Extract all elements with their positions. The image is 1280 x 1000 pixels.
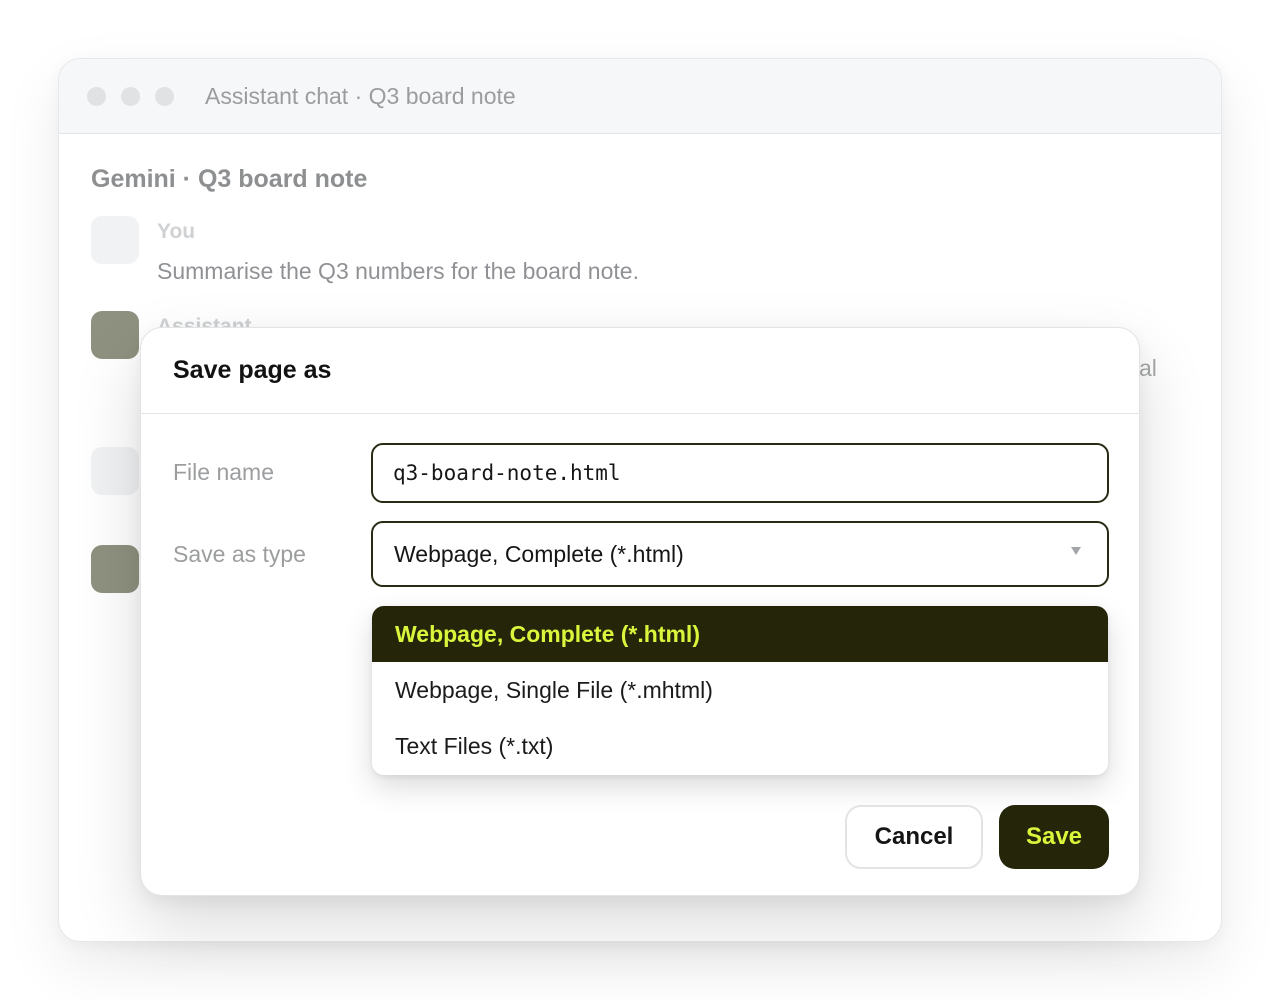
window-title: Assistant chat · Q3 board note bbox=[205, 82, 516, 109]
user-avatar bbox=[91, 216, 139, 264]
type-option-text-files[interactable]: Text Files (*.txt) bbox=[372, 718, 1108, 774]
window-minimize-control[interactable] bbox=[121, 86, 140, 106]
type-option-webpage-single-file[interactable]: Webpage, Single File (*.mhtml) bbox=[372, 662, 1108, 718]
type-option-webpage-complete[interactable]: Webpage, Complete (*.html) bbox=[372, 606, 1108, 662]
dialog-title: Save page as bbox=[173, 356, 332, 384]
window-maximize-control[interactable] bbox=[155, 86, 174, 106]
save-as-type-label: Save as type bbox=[173, 541, 306, 567]
user-avatar bbox=[91, 447, 139, 495]
cancel-button[interactable]: Cancel bbox=[845, 805, 983, 869]
window-close-control[interactable] bbox=[87, 86, 106, 106]
save-button[interactable]: Save bbox=[999, 805, 1109, 869]
window-titlebar: Assistant chat · Q3 board note bbox=[59, 59, 1221, 134]
message-text: Summarise the Q3 numbers for the board n… bbox=[157, 258, 639, 284]
save-page-dialog: Save page as File name Save as type Webp… bbox=[140, 327, 1140, 896]
assistant-avatar bbox=[91, 545, 139, 593]
chevron-down-icon bbox=[1071, 547, 1081, 555]
message-author: You bbox=[157, 220, 196, 243]
assistant-avatar bbox=[91, 311, 139, 359]
dialog-header: Save page as bbox=[141, 328, 1139, 414]
message-text-fragment: al bbox=[1139, 355, 1157, 381]
file-name-label: File name bbox=[173, 459, 274, 485]
save-as-type-value: Webpage, Complete (*.html) bbox=[394, 540, 684, 567]
file-name-input[interactable] bbox=[371, 443, 1109, 503]
chat-heading: Gemini · Q3 board note bbox=[91, 165, 368, 193]
save-as-type-dropdown: Webpage, Complete (*.html) Webpage, Sing… bbox=[372, 606, 1108, 775]
save-as-type-select[interactable]: Webpage, Complete (*.html) bbox=[371, 521, 1109, 587]
